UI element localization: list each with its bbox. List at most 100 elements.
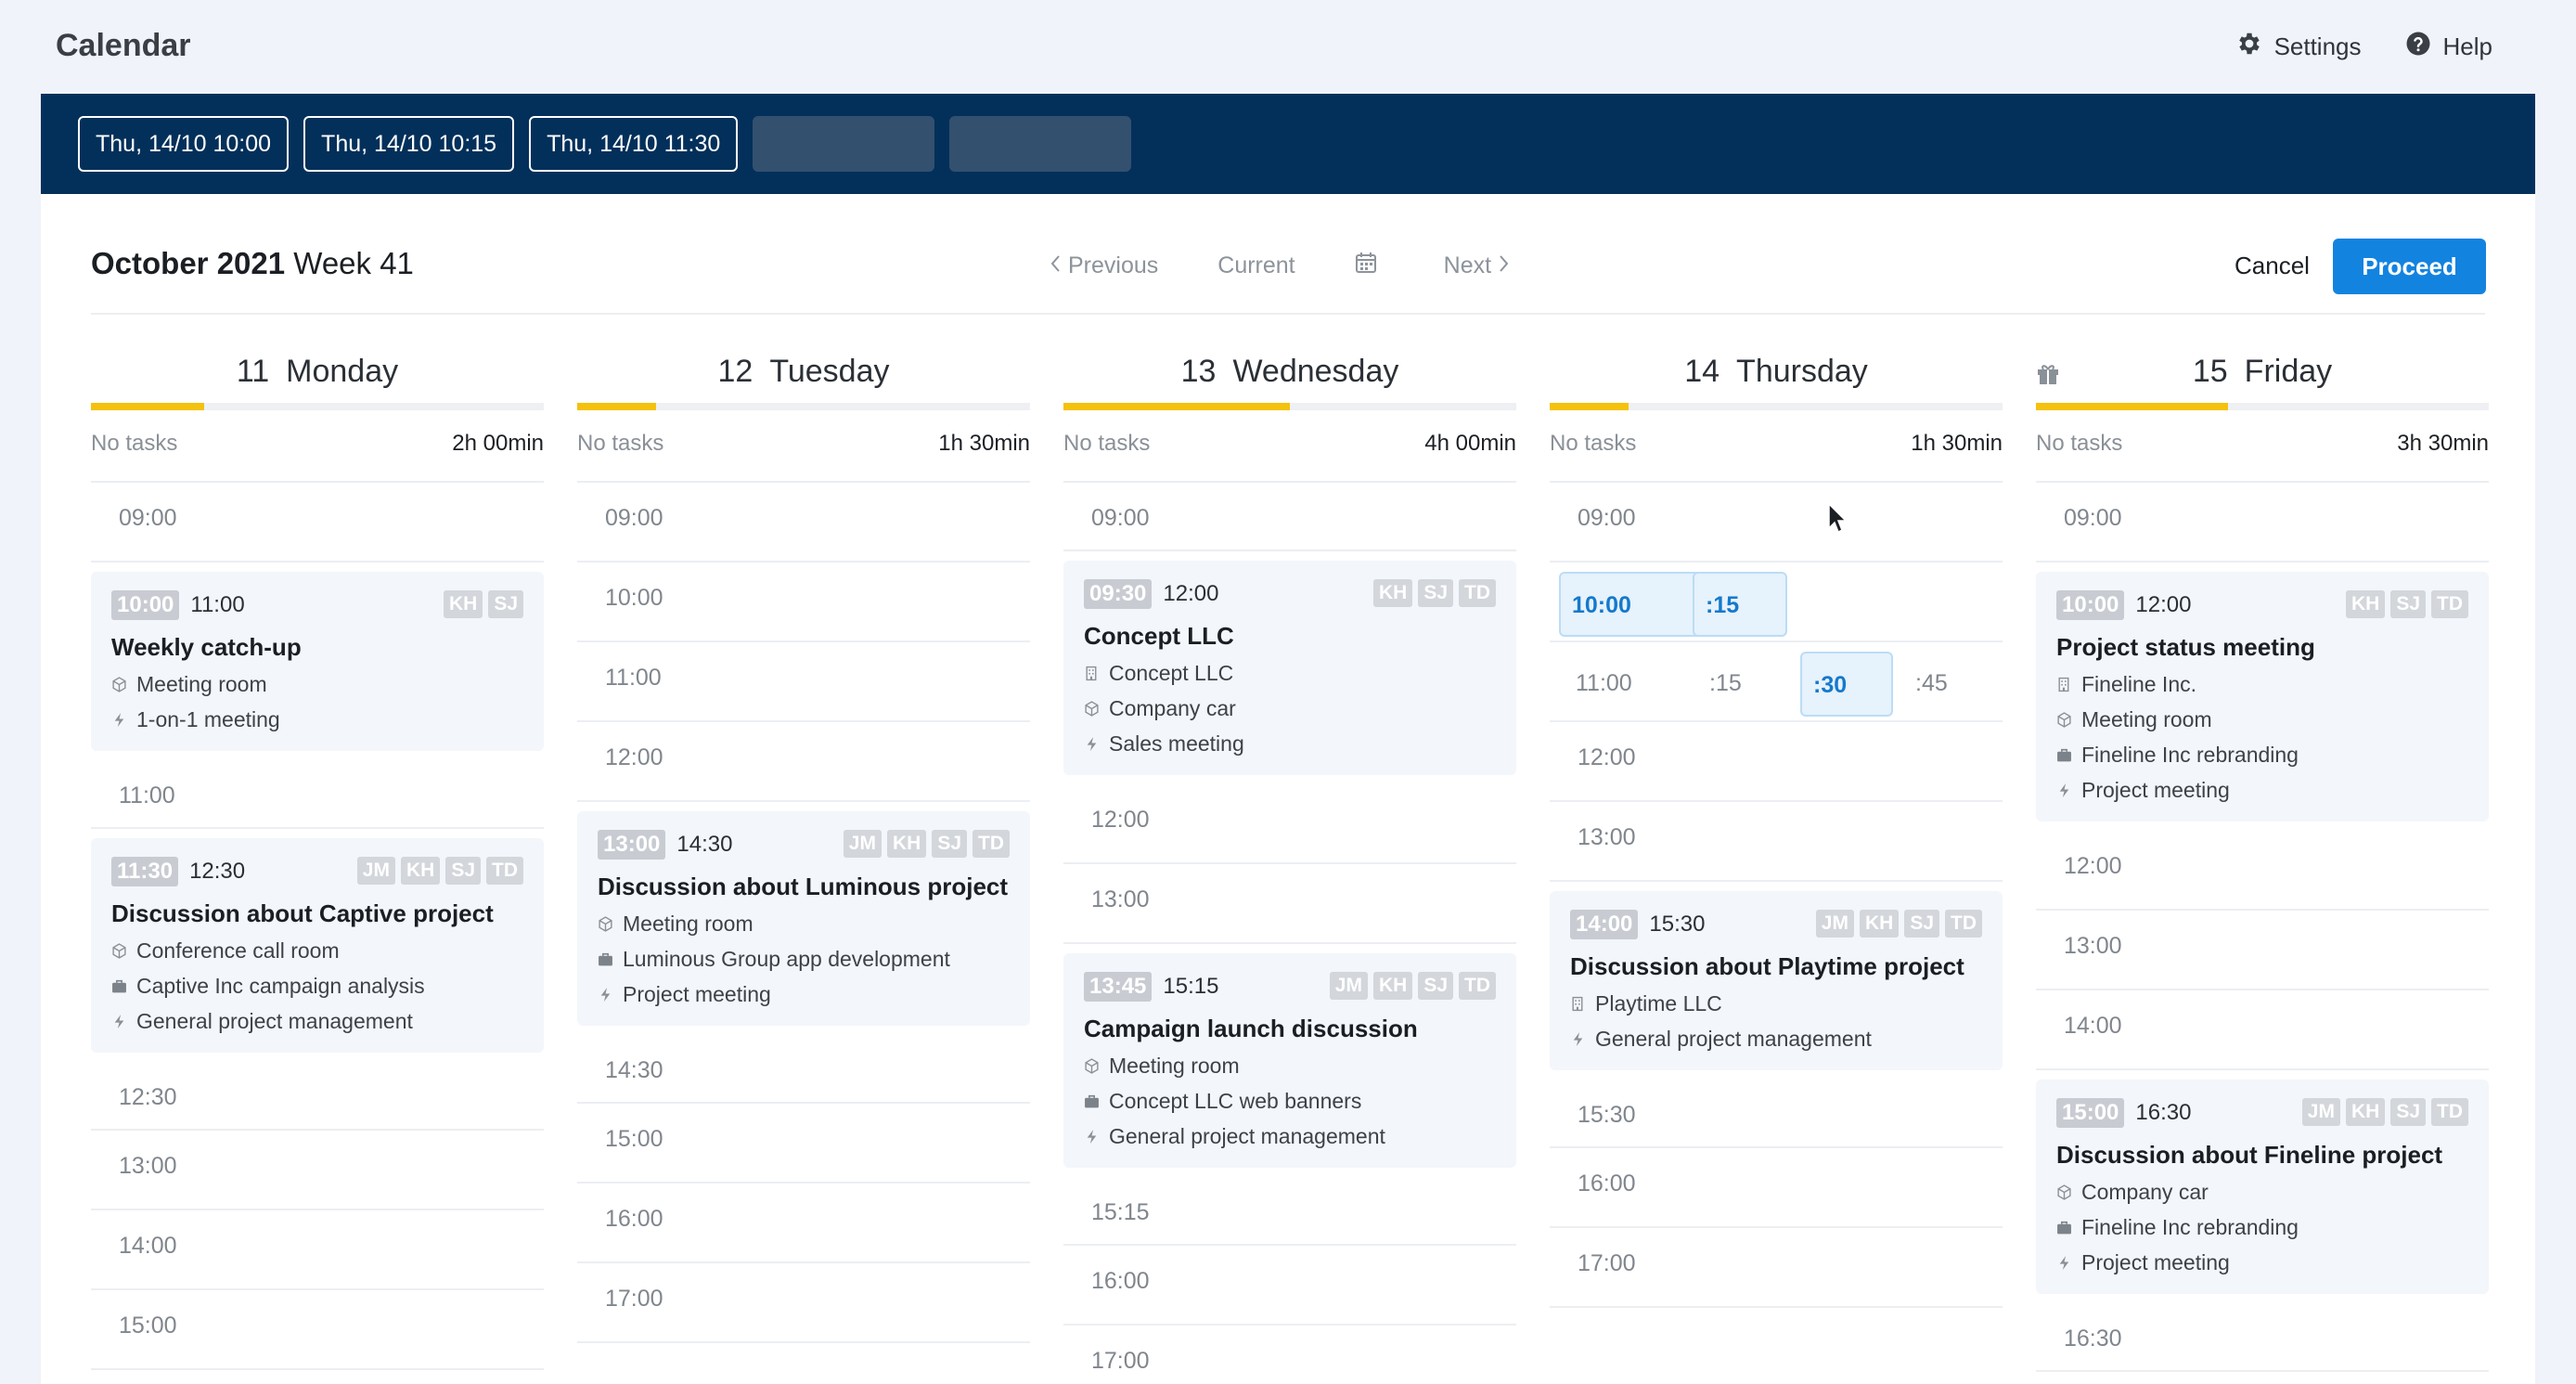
- day-progress-bar: [91, 403, 544, 410]
- selected-slot-chip[interactable]: Thu, 14/10 10:00: [78, 116, 290, 172]
- week-label: Week 41: [293, 246, 414, 280]
- event-card[interactable]: 10:00 12:00 KH SJ TD Project status meeting Fi…: [2036, 572, 2489, 821]
- time-slot[interactable]: 16:00: [577, 1184, 1030, 1263]
- day-duration: 1h 30min: [1911, 431, 2003, 456]
- day-name: Wednesday: [1232, 353, 1399, 389]
- time-slot[interactable]: 09:00: [91, 483, 544, 563]
- event-card[interactable]: 14:00 15:30 JM KH SJ TD Discussion about Playt…: [1550, 891, 2003, 1070]
- time-slot[interactable]: 12:00: [577, 722, 1030, 802]
- time-slot[interactable]: 09:00: [1550, 483, 2003, 563]
- event-card[interactable]: 15:00 16:30 JM KH SJ TD Discussion about Finel…: [2036, 1080, 2489, 1294]
- briefcase-icon: [1084, 1093, 1100, 1109]
- time-slot[interactable]: 16:00: [1063, 1246, 1516, 1326]
- time-slot[interactable]: 11:00: [91, 760, 544, 829]
- time-slot[interactable]: 12:00: [2036, 831, 2489, 911]
- chevron-right-icon: [1499, 252, 1510, 279]
- quarter-hour-slot[interactable]: :15: [1693, 572, 1787, 637]
- calendar-picker-button[interactable]: [1355, 252, 1377, 280]
- day-number: 11: [236, 353, 270, 389]
- cube-icon: [2056, 1184, 2072, 1200]
- event-title: Campaign launch discussion: [1084, 1015, 1418, 1042]
- event-start-time: 13:45: [1084, 972, 1153, 1002]
- top-bar: Calendar Settings Help: [0, 0, 2576, 93]
- quarter-hour-slot[interactable]: :15: [1693, 652, 1785, 717]
- settings-label: Settings: [2273, 32, 2362, 60]
- attendee-badge: TD: [2431, 590, 2468, 618]
- tasks-label: No tasks: [1063, 431, 1151, 456]
- time-slot[interactable]: 14:00: [91, 1210, 544, 1290]
- attendee-badges: JM KH SJ TD: [1815, 910, 1982, 938]
- event-end-time: 12:30: [189, 859, 246, 884]
- help-label: Help: [2442, 32, 2492, 60]
- time-slot[interactable]: 12:00: [1063, 784, 1516, 864]
- event-start-time: 10:00: [2056, 590, 2125, 620]
- help-button[interactable]: Help: [2404, 30, 2492, 64]
- attendee-badge: SJ: [488, 590, 523, 618]
- quarter-hour-slot[interactable]: 10:00: [1559, 572, 1702, 637]
- time-slot[interactable]: 15:00: [577, 1104, 1030, 1184]
- time-slot[interactable]: 16:30: [2036, 1303, 2489, 1372]
- time-slot[interactable]: 13:00: [91, 1131, 544, 1210]
- empty-slot-placeholder: [949, 116, 1132, 172]
- time-slot[interactable]: 16:00: [1550, 1148, 2003, 1228]
- time-slot[interactable]: 15:00: [91, 1290, 544, 1370]
- next-button[interactable]: Next: [1444, 252, 1510, 279]
- event-end-time: 16:30: [2135, 1100, 2192, 1125]
- attendee-badge: JM: [2301, 1098, 2340, 1126]
- cube-icon: [111, 677, 127, 692]
- previous-button[interactable]: Previous: [1050, 252, 1158, 279]
- time-slot[interactable]: 15:30: [1550, 1080, 2003, 1148]
- time-slot[interactable]: 12:30: [91, 1062, 544, 1131]
- time-slot[interactable]: 17:00: [577, 1263, 1030, 1343]
- event-card[interactable]: 09:30 12:00 KH SJ TD Concept LLC Concept LLC Co…: [1063, 561, 1516, 775]
- day-column-friday: 15 Friday No tasks 3h 30min 09:00 10:00 12:00 K…: [2036, 348, 2489, 1384]
- time-slot[interactable]: 09:00: [577, 483, 1030, 563]
- quarter-hour-slot[interactable]: :45: [1899, 652, 1982, 717]
- event-card[interactable]: 13:45 15:15 JM KH SJ TD Campaign launch discus…: [1063, 953, 1516, 1168]
- time-slot[interactable]: 09:00: [1063, 483, 1516, 551]
- selected-slot-chip[interactable]: Thu, 14/10 10:15: [303, 116, 515, 172]
- event-detail: Meeting room: [2056, 707, 2468, 732]
- proceed-button[interactable]: Proceed: [2333, 239, 2486, 294]
- time-slot[interactable]: 09:00: [2036, 483, 2489, 563]
- event-card[interactable]: 13:00 14:30 JM KH SJ TD Discussion about Lumin…: [577, 811, 1030, 1026]
- quarter-hour-slot[interactable]: :30: [1800, 652, 1893, 717]
- day-progress-fill: [2036, 403, 2229, 410]
- event-title: Discussion about Fineline project: [2056, 1141, 2443, 1169]
- event-card[interactable]: 10:00 11:00 KH SJ Weekly catch-up Meeting roo…: [91, 572, 544, 751]
- day-column-wednesday: 13 Wednesday No tasks 4h 00min 09:00 09:30 12:…: [1063, 348, 1516, 1384]
- time-slot[interactable]: 11:00: [577, 642, 1030, 722]
- day-title: 15 Friday: [2036, 348, 2489, 395]
- briefcase-icon: [2056, 1220, 2072, 1235]
- bolt-icon: [1084, 736, 1100, 752]
- event-title: Weekly catch-up: [111, 633, 302, 661]
- cancel-button[interactable]: Cancel: [2235, 252, 2310, 280]
- time-slot[interactable]: 13:00: [1550, 802, 2003, 882]
- time-slot[interactable]: 13:00: [2036, 911, 2489, 990]
- time-slot[interactable]: 17:00: [1550, 1228, 2003, 1308]
- time-slot[interactable]: 14:30: [577, 1035, 1030, 1104]
- time-slot[interactable]: 12:00: [1550, 722, 2003, 802]
- time-slot[interactable]: 10:00: [577, 563, 1030, 642]
- gift-icon: [2036, 357, 2060, 394]
- selected-slot-chip[interactable]: Thu, 14/10 11:30: [529, 116, 739, 172]
- attendee-badge: JM: [1329, 972, 1368, 1000]
- attendee-badge: TD: [1459, 972, 1496, 1000]
- event-detail-text: Fineline Inc rebranding: [2081, 743, 2299, 767]
- event-detail-text: Conference call room: [136, 938, 340, 963]
- time-slot[interactable]: 13:00: [1063, 864, 1516, 944]
- attendee-badge: JM: [1815, 910, 1854, 938]
- time-slot[interactable]: 17:00: [1063, 1326, 1516, 1384]
- day-number: 14: [1684, 353, 1720, 389]
- current-button[interactable]: Current: [1217, 252, 1294, 279]
- attendee-badge: SJ: [445, 857, 481, 885]
- tasks-label: No tasks: [577, 431, 664, 456]
- time-slot[interactable]: 14:00: [2036, 990, 2489, 1070]
- day-progress-bar: [2036, 403, 2489, 410]
- quarter-hour-slot[interactable]: 11:00: [1559, 652, 1652, 717]
- day-name: Tuesday: [769, 353, 890, 389]
- time-slot[interactable]: 15:15: [1063, 1177, 1516, 1246]
- event-card[interactable]: 11:30 12:30 JM KH SJ TD Discussion about Capti…: [91, 838, 544, 1053]
- bolt-icon: [1084, 1129, 1100, 1145]
- settings-button[interactable]: Settings: [2235, 30, 2362, 64]
